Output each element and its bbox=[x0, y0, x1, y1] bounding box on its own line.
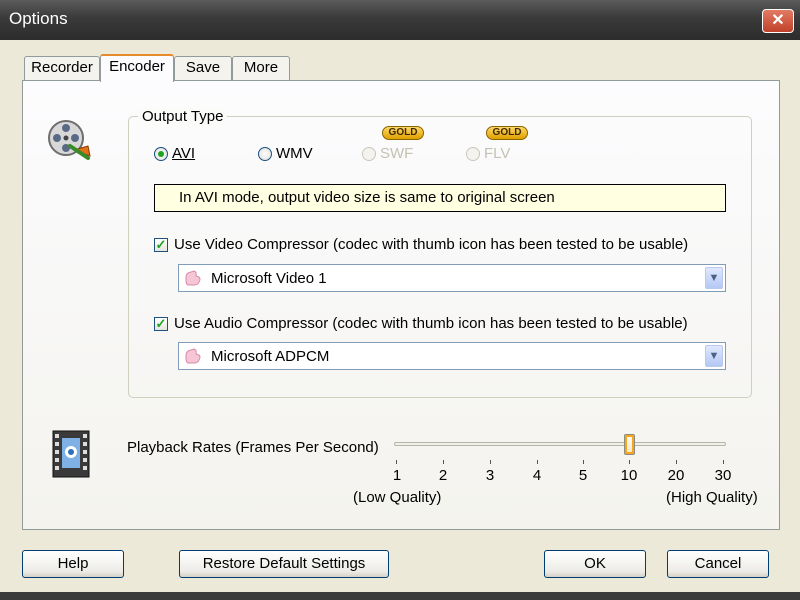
thumb-icon bbox=[185, 348, 201, 364]
slider-tick bbox=[629, 460, 630, 464]
title-bar[interactable]: Options ✕ bbox=[0, 0, 800, 40]
tab-save[interactable]: Save bbox=[174, 56, 232, 80]
close-icon: ✕ bbox=[771, 12, 785, 29]
slider-tick-label: 1 bbox=[392, 467, 402, 484]
film-strip-icon bbox=[52, 430, 90, 478]
radio-swf-label: SWF bbox=[380, 145, 414, 162]
slider-tick bbox=[490, 460, 491, 464]
radio-flv-label: FLV bbox=[484, 145, 511, 162]
restore-defaults-button[interactable]: Restore Default Settings bbox=[179, 550, 389, 578]
playback-rate-slider-thumb[interactable] bbox=[624, 434, 635, 455]
chevron-down-icon[interactable]: ▼ bbox=[705, 345, 723, 367]
tab-encoder[interactable]: Encoder bbox=[100, 54, 174, 82]
tab-label: Recorder bbox=[31, 59, 93, 76]
high-quality-label: (High Quality) bbox=[666, 489, 758, 506]
audio-codec-value: Microsoft ADPCM bbox=[211, 348, 330, 365]
radio-avi[interactable] bbox=[154, 147, 168, 161]
slider-tick bbox=[537, 460, 538, 464]
tab-more[interactable]: More bbox=[232, 56, 290, 80]
video-compressor-label[interactable]: Use Video Compressor (codec with thumb i… bbox=[174, 236, 688, 253]
slider-tick bbox=[676, 460, 677, 464]
video-compressor-checkbox[interactable]: ✓ bbox=[154, 238, 168, 252]
film-reel-icon bbox=[48, 120, 91, 160]
window-title: Options bbox=[9, 9, 68, 28]
video-codec-select[interactable]: Microsoft Video 1 ▼ bbox=[178, 264, 726, 292]
close-button[interactable]: ✕ bbox=[762, 9, 794, 33]
radio-wmv-label[interactable]: WMV bbox=[276, 145, 313, 162]
slider-tick bbox=[396, 460, 397, 464]
slider-tick-label: 4 bbox=[532, 467, 542, 484]
slider-tick-label: 2 bbox=[438, 467, 448, 484]
slider-tick-label: 10 bbox=[620, 467, 638, 484]
help-button[interactable]: Help bbox=[22, 550, 124, 578]
playback-rate-slider[interactable] bbox=[394, 442, 726, 446]
radio-flv[interactable] bbox=[466, 147, 480, 161]
playback-rates-label: Playback Rates (Frames Per Second) bbox=[127, 439, 379, 456]
radio-wmv[interactable] bbox=[258, 147, 272, 161]
tab-label: Save bbox=[185, 59, 221, 76]
radio-avi-label[interactable]: AVI bbox=[172, 145, 195, 162]
chevron-down-icon[interactable]: ▼ bbox=[705, 267, 723, 289]
tab-recorder[interactable]: Recorder bbox=[24, 56, 100, 80]
audio-compressor-label[interactable]: Use Audio Compressor (codec with thumb i… bbox=[174, 315, 688, 332]
ok-button[interactable]: OK bbox=[544, 550, 646, 578]
thumb-icon bbox=[185, 270, 201, 286]
output-type-title: Output Type bbox=[138, 108, 228, 125]
low-quality-label: (Low Quality) bbox=[353, 489, 442, 506]
window-bottom-border bbox=[0, 592, 800, 600]
gold-badge-swf: GOLD bbox=[382, 126, 424, 140]
slider-tick bbox=[583, 460, 584, 464]
output-info-box: In AVI mode, output video size is same t… bbox=[154, 184, 726, 212]
slider-tick bbox=[723, 460, 724, 464]
slider-tick bbox=[443, 460, 444, 464]
video-codec-value: Microsoft Video 1 bbox=[211, 270, 327, 287]
gold-badge-flv: GOLD bbox=[486, 126, 528, 140]
tab-label: More bbox=[243, 59, 279, 76]
slider-tick-label: 30 bbox=[714, 467, 732, 484]
audio-codec-select[interactable]: Microsoft ADPCM ▼ bbox=[178, 342, 726, 370]
slider-tick-label: 3 bbox=[485, 467, 495, 484]
tab-label: Encoder bbox=[109, 58, 165, 75]
radio-swf[interactable] bbox=[362, 147, 376, 161]
audio-compressor-checkbox[interactable]: ✓ bbox=[154, 317, 168, 331]
slider-tick-label: 20 bbox=[667, 467, 685, 484]
cancel-button[interactable]: Cancel bbox=[667, 550, 769, 578]
slider-tick-label: 5 bbox=[578, 467, 588, 484]
